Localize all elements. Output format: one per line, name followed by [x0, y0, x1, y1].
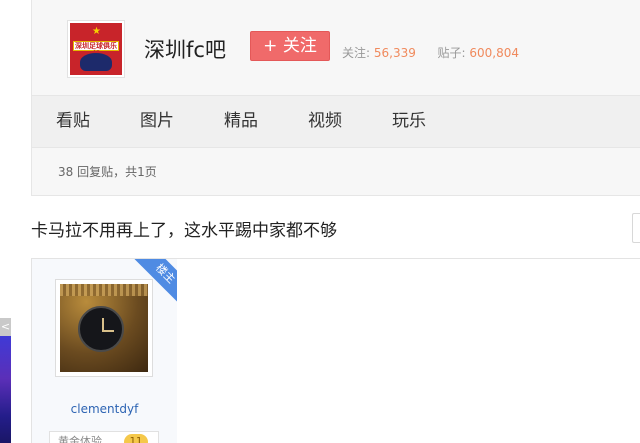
- tab-videos[interactable]: 视频: [308, 96, 342, 149]
- tab-posts[interactable]: 看贴: [56, 96, 90, 149]
- author-name-link[interactable]: clementdyf: [32, 402, 177, 416]
- forum-name[interactable]: 深圳fc吧: [144, 34, 226, 64]
- avatar-image: [60, 284, 148, 372]
- level-title: 黄金体验: [58, 435, 102, 443]
- level-number: 11: [124, 434, 148, 443]
- forum-header: ★ 深圳足球俱乐部 深圳fc吧 + 关注 关注: 56,339 贴子: 600,…: [31, 0, 640, 196]
- tab-featured[interactable]: 精品: [224, 96, 258, 149]
- follow-button[interactable]: + 关注: [250, 31, 330, 61]
- forum-logo[interactable]: ★ 深圳足球俱乐部: [67, 20, 125, 78]
- lion-icon: [80, 53, 112, 71]
- followers-count: 56,339: [373, 46, 416, 60]
- tab-fun[interactable]: 玩乐: [392, 96, 426, 149]
- club-crest-icon: ★ 深圳足球俱乐部: [70, 23, 122, 75]
- star-icon: ★: [92, 26, 101, 37]
- author-column: 楼主 clementdyf 黄金体验 11: [32, 259, 177, 443]
- thread-reply-info: 38 回复贴，共1页: [58, 165, 157, 179]
- collapse-left-icon[interactable]: <: [0, 318, 11, 336]
- thread-title: 卡马拉不用再上了，这水平踢中家都不够: [31, 221, 337, 241]
- forum-nav-tabs: 看贴 图片 精品 视频 玩乐: [32, 95, 640, 148]
- logo-text: 深圳足球俱乐部: [73, 41, 119, 58]
- followers-label: 关注:: [342, 46, 371, 60]
- posts-count: 600,804: [469, 46, 520, 60]
- avatar[interactable]: [55, 279, 153, 377]
- forum-stats: 关注: 56,339 贴子: 600,804: [342, 44, 519, 61]
- side-banner-image: [0, 336, 11, 443]
- posts-label: 贴子:: [437, 46, 466, 60]
- side-action-box[interactable]: [632, 213, 640, 243]
- clock-icon: [78, 306, 124, 352]
- tab-pictures[interactable]: 图片: [140, 96, 174, 149]
- level-badge[interactable]: 黄金体验 11: [49, 431, 159, 443]
- post: 楼主 clementdyf 黄金体验 11: [31, 258, 640, 443]
